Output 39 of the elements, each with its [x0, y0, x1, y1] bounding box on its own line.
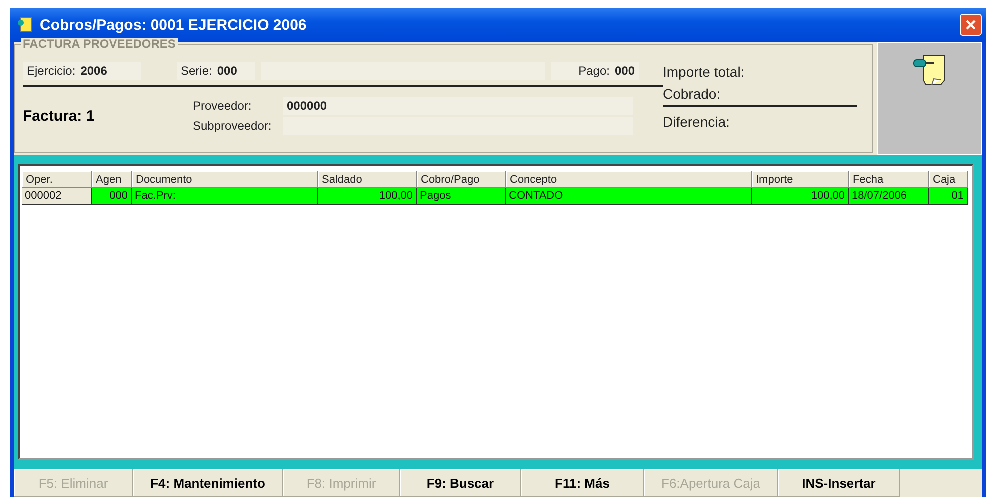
- function-button[interactable]: F9: Buscar: [400, 469, 521, 497]
- supplier-code-field: 000000: [283, 97, 353, 115]
- column-header[interactable]: Caja: [929, 171, 968, 188]
- column-header[interactable]: Documento: [132, 171, 318, 188]
- field-label: Subproveedor:: [193, 118, 273, 135]
- column-header[interactable]: Cobro/Pago: [417, 171, 506, 188]
- total-label: Diferencia:: [663, 113, 731, 132]
- table-cell: CONTADO: [506, 188, 752, 205]
- note-pin-icon[interactable]: [912, 53, 948, 87]
- close-button[interactable]: [960, 14, 982, 36]
- ejercicio-field: Ejercicio: 2006: [23, 62, 141, 80]
- table-cell: 100,00: [752, 188, 849, 205]
- table-cell: 000: [92, 188, 132, 205]
- table-cell: Fac.Prv:: [132, 188, 318, 205]
- table-row[interactable]: 000002 000 Fac.Prv: 100,00 Pagos CONTADO 100,00 18/07/2006 01: [22, 188, 972, 205]
- table-cell: Pagos: [417, 188, 506, 205]
- group-title: FACTURA PROVEEDORES: [21, 38, 178, 50]
- total-label: Cobrado:: [663, 83, 857, 107]
- total-label: Importe total:: [663, 63, 746, 82]
- column-header[interactable]: Fecha: [849, 171, 929, 188]
- function-button[interactable]: F11: Más: [521, 469, 644, 497]
- invoice-number: Factura: 1: [23, 106, 96, 126]
- table-cell: 100,00: [318, 188, 417, 205]
- field-label: Proveedor:: [193, 98, 253, 115]
- pago-field: Pago: 000: [551, 62, 639, 80]
- column-header[interactable]: Importe: [752, 171, 849, 188]
- serie-field: Serie: 000: [177, 62, 255, 80]
- window-title: Cobros/Pagos: 0001 EJERCICIO 2006: [40, 16, 308, 34]
- table-cell: 18/07/2006: [849, 188, 929, 205]
- table-cell: 01: [929, 188, 968, 205]
- close-icon: [965, 19, 977, 31]
- column-header[interactable]: Concepto: [506, 171, 752, 188]
- column-header[interactable]: Oper.: [22, 171, 92, 188]
- app-icon: [16, 16, 34, 34]
- column-header[interactable]: Saldado: [318, 171, 417, 188]
- table-cell: 000002: [22, 188, 92, 205]
- function-button[interactable]: F4: Mantenimiento: [133, 469, 283, 497]
- function-button[interactable]: INS-Insertar: [778, 469, 900, 497]
- column-header[interactable]: Agen: [92, 171, 132, 188]
